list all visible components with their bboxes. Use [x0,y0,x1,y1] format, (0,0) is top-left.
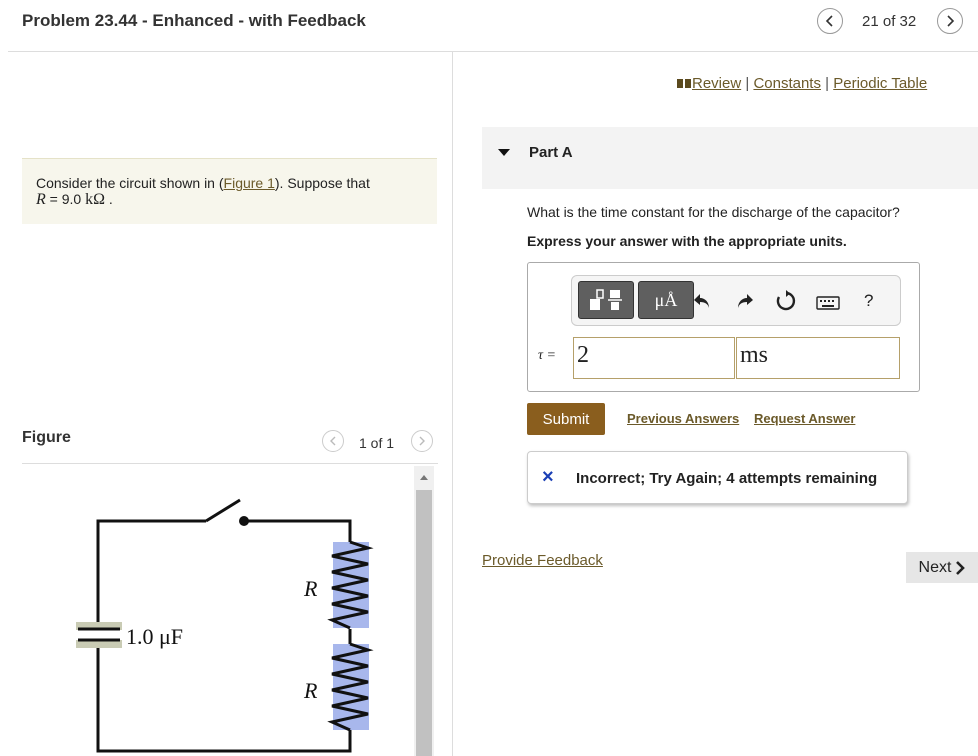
problem-statement: Consider the circuit shown in (Figure 1)… [22,158,437,224]
triangle-up-icon [420,475,428,480]
previous-answers-link[interactable]: Previous Answers [627,411,739,426]
next-problem-button[interactable] [937,8,963,34]
scrollbar-thumb[interactable] [416,490,432,756]
instruction-text: Express your answer with the appropriate… [527,233,847,249]
value-input[interactable]: 2 [573,337,735,379]
question-text: What is the time constant for the discha… [527,204,900,220]
provide-feedback-link[interactable]: Provide Feedback [482,552,603,569]
resistance-variable: R [36,191,46,208]
capacitor-label: 1.0 μF [126,624,183,649]
circuit-diagram: 1.0 μF R R [76,498,374,753]
prev-problem-button[interactable] [817,8,843,34]
help-button[interactable]: ? [864,291,873,311]
periodic-table-link[interactable]: Periodic Table [833,75,927,92]
resource-links: Review | Constants | Periodic Table [676,75,927,92]
redo-icon[interactable] [733,289,757,313]
constants-link[interactable]: Constants [753,75,821,92]
figure-next-button[interactable] [411,430,433,452]
answer-label: τ = [538,348,556,363]
resistance-equals: = 9.0 [45,191,86,207]
resistor-bottom [327,642,374,732]
submit-button[interactable]: Submit [527,403,605,435]
resistor-top [327,540,374,630]
next-label: Next [918,558,952,576]
next-button[interactable]: Next [906,552,978,583]
reset-icon[interactable] [774,289,798,313]
link-separator: | [825,75,830,92]
problem-text-before: Consider the circuit shown in ( [36,175,224,191]
scroll-up-button[interactable] [414,466,434,488]
templates-button[interactable] [578,281,634,319]
incorrect-icon: × [542,466,554,488]
figure-prev-button[interactable] [322,430,344,452]
problem-title: Problem 23.44 - Enhanced - with Feedback [22,11,366,30]
figure-heading: Figure [22,429,71,446]
figure-counter: 1 of 1 [359,435,395,451]
chevron-right-icon [947,15,955,27]
header-divider [8,51,978,52]
part-title: Part A [529,144,573,161]
chevron-right-icon [956,560,966,575]
review-link[interactable]: Review [692,75,741,92]
resistor-top-label: R [303,576,318,601]
book-icon [677,79,691,88]
resistance-unit: kΩ [85,191,105,208]
problem-counter: 21 of 32 [862,13,917,30]
chevron-left-icon [825,15,833,27]
chevron-right-icon [419,436,425,446]
problem-period: . [104,191,113,207]
chevron-left-icon [330,436,336,446]
templates-icon [590,289,622,310]
units-button[interactable]: μÅ [638,281,694,319]
unit-input[interactable]: ms [736,337,900,379]
feedback-message: Incorrect; Try Again; 4 attempts remaini… [576,470,878,487]
link-separator: | [745,75,750,92]
resistor-bottom-label: R [303,678,318,703]
problem-text-after: ). Suppose that [274,175,370,191]
undo-icon[interactable] [690,289,714,313]
panel-divider [452,52,453,756]
caret-down-icon[interactable] [498,149,510,157]
figure-link[interactable]: Figure 1 [224,175,275,191]
capacitor [76,622,122,648]
request-answer-link[interactable]: Request Answer [754,411,855,426]
switch [205,498,249,526]
keyboard-icon[interactable] [815,291,841,315]
